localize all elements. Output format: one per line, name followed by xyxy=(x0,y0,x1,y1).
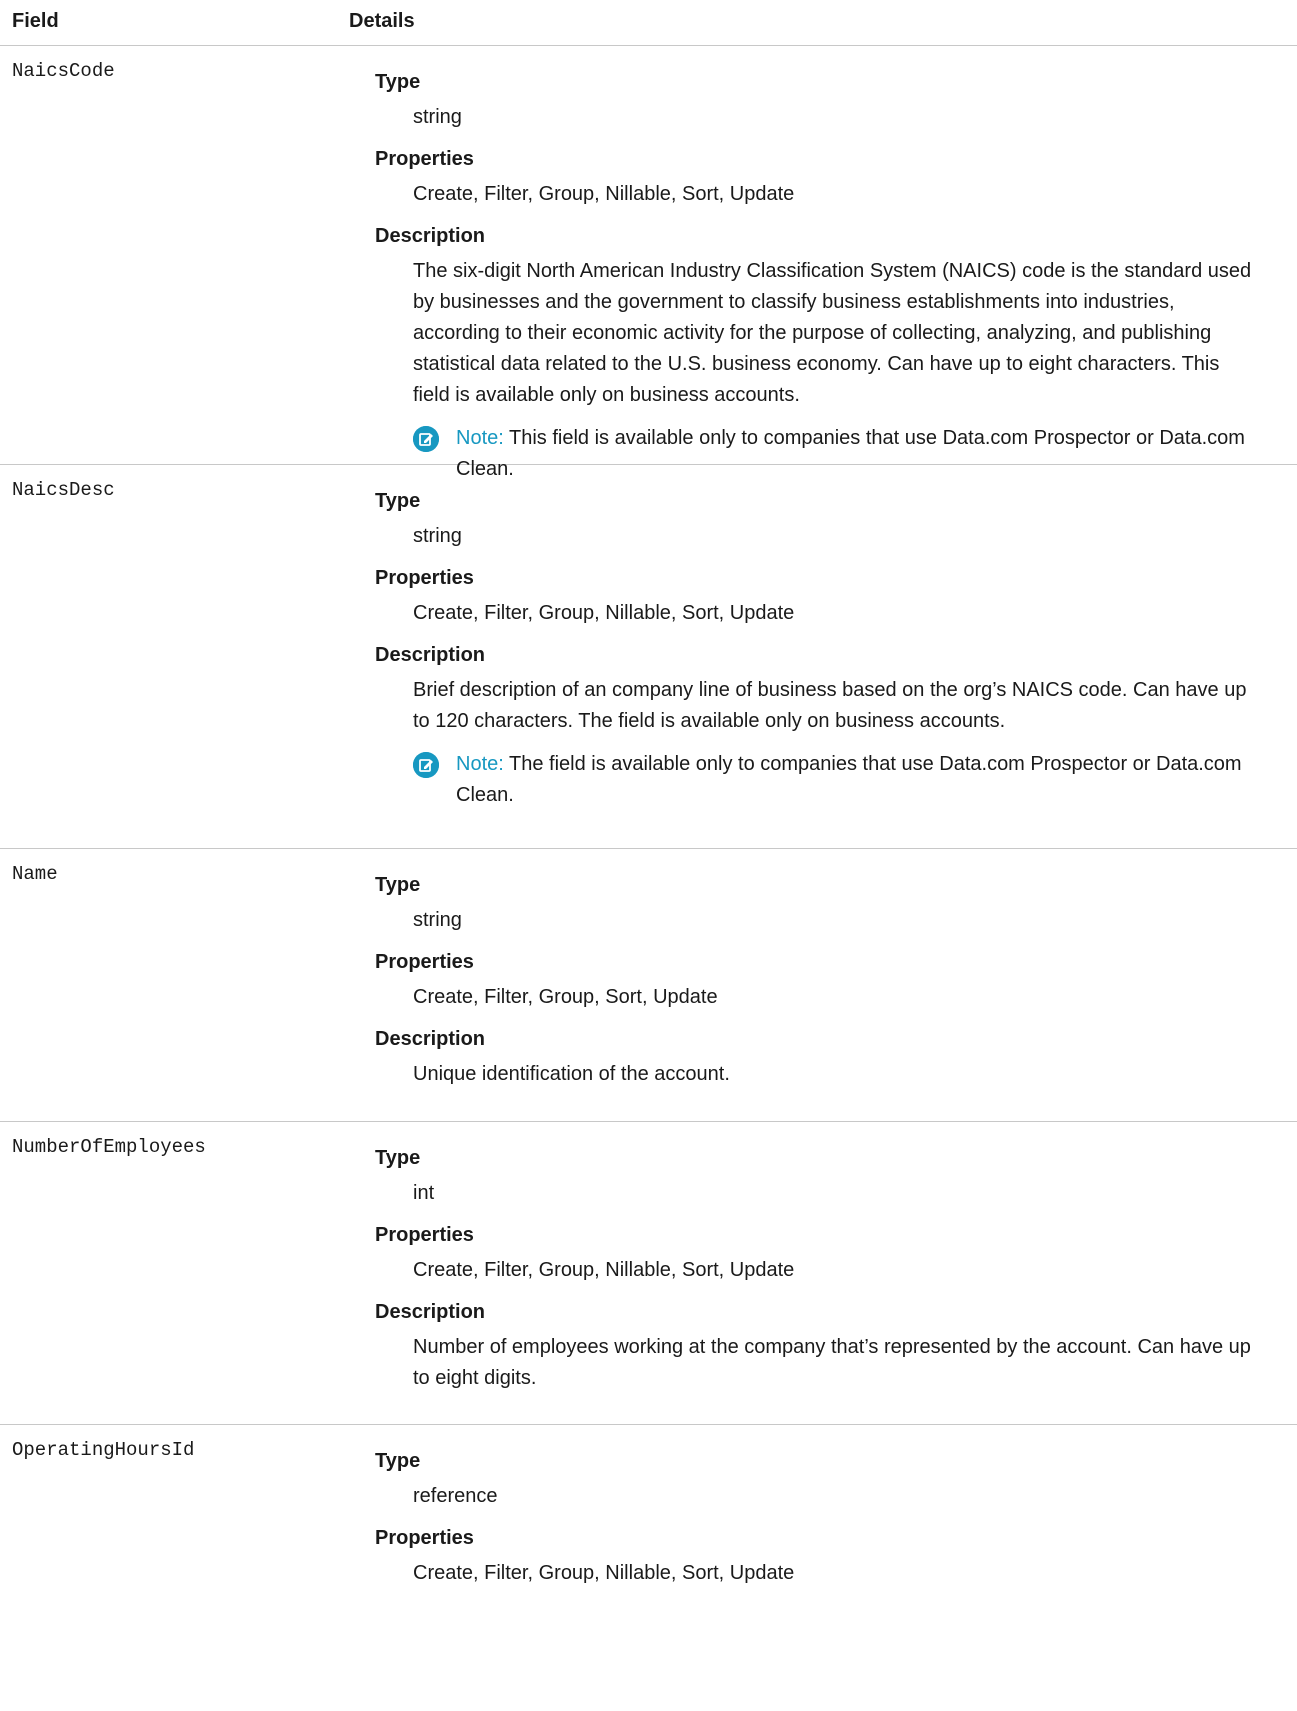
type-label: Type xyxy=(375,490,421,512)
properties-value: Create, Filter, Group, Nillable, Sort, U… xyxy=(413,1562,795,1584)
type-value: reference xyxy=(413,1485,498,1507)
description-value: Brief description of an company line of … xyxy=(413,679,1247,732)
note-label: Note: xyxy=(456,427,504,449)
type-label: Type xyxy=(375,1147,421,1169)
type-label: Type xyxy=(375,874,421,896)
description-label: Description xyxy=(375,644,486,666)
properties-label: Properties xyxy=(375,148,474,170)
description-value: The six-digit North American Industry Cl… xyxy=(413,260,1252,406)
field-name: Name xyxy=(12,863,58,885)
description-value: Unique identification of the account. xyxy=(413,1063,730,1085)
table-header: Field Details xyxy=(0,0,1297,46)
header-details: Details xyxy=(349,10,415,32)
field-details: Type string Properties Create, Filter, G… xyxy=(375,465,1297,811)
type-label: Type xyxy=(375,71,421,93)
note-edit-icon xyxy=(413,752,439,778)
field-name: NaicsDesc xyxy=(12,479,115,501)
properties-value: Create, Filter, Group, Nillable, Sort, U… xyxy=(413,183,795,205)
table-row: Name Type string Properties Create, Filt… xyxy=(0,849,1297,1122)
field-name: NaicsCode xyxy=(12,60,115,82)
properties-value: Create, Filter, Group, Nillable, Sort, U… xyxy=(413,602,795,624)
type-label: Type xyxy=(375,1450,421,1472)
properties-label: Properties xyxy=(375,567,474,589)
note-label: Note: xyxy=(456,753,504,775)
description-label: Description xyxy=(375,225,486,247)
description-label: Description xyxy=(375,1301,486,1323)
field-details: Type int Properties Create, Filter, Grou… xyxy=(375,1122,1297,1394)
type-value: string xyxy=(413,106,462,128)
properties-label: Properties xyxy=(375,951,474,973)
description-value: Number of employees working at the compa… xyxy=(413,1336,1251,1389)
type-value: string xyxy=(413,525,462,547)
note-text: The field is available only to companies… xyxy=(456,753,1242,806)
table-row: NaicsDesc Type string Properties Create,… xyxy=(0,465,1297,849)
note-edit-icon xyxy=(413,426,439,452)
table-row: OperatingHoursId Type reference Properti… xyxy=(0,1425,1297,1685)
table-row: NaicsCode Type string Properties Create,… xyxy=(0,46,1297,480)
properties-label: Properties xyxy=(375,1527,474,1549)
field-details: Type string Properties Create, Filter, G… xyxy=(375,849,1297,1090)
header-field: Field xyxy=(12,10,59,32)
description-label: Description xyxy=(375,1028,486,1050)
properties-value: Create, Filter, Group, Nillable, Sort, U… xyxy=(413,1259,795,1281)
field-name: OperatingHoursId xyxy=(12,1439,195,1461)
properties-label: Properties xyxy=(375,1224,474,1246)
field-name: NumberOfEmployees xyxy=(12,1136,206,1158)
field-details: Type reference Properties Create, Filter… xyxy=(375,1425,1297,1589)
note: Note: The field is available only to com… xyxy=(413,749,1257,811)
field-details: Type string Properties Create, Filter, G… xyxy=(375,46,1297,485)
field-reference-table: Field Details NaicsCode Type string Prop… xyxy=(0,0,1297,1685)
properties-value: Create, Filter, Group, Sort, Update xyxy=(413,986,718,1008)
type-value: string xyxy=(413,909,462,931)
table-row: NumberOfEmployees Type int Properties Cr… xyxy=(0,1122,1297,1425)
type-value: int xyxy=(413,1182,435,1204)
